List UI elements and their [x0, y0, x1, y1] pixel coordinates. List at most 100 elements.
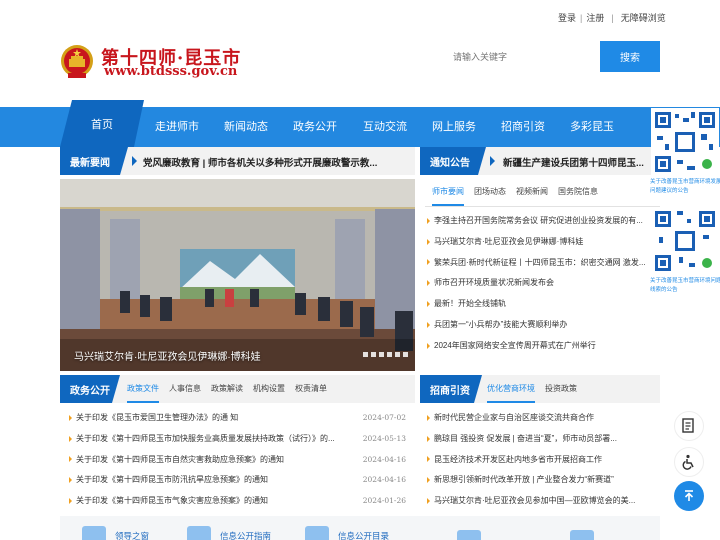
search-button[interactable]: 搜索: [600, 41, 660, 72]
info-guide-link[interactable]: 信息公开指南: [187, 526, 271, 540]
register-link[interactable]: 注册: [586, 13, 604, 23]
list-item[interactable]: 2024年国家网络安全宣传周开幕式在广州举行: [427, 336, 652, 357]
search-input[interactable]: [440, 41, 600, 72]
carousel-dot[interactable]: [379, 352, 384, 357]
list-item[interactable]: 鹏琼目 强投资 促发展 | 奋进当“夏”，师市动员部署...: [427, 429, 655, 450]
list-item[interactable]: 兵团第一“小兵帮办”技能大赛顺利举办: [427, 315, 652, 336]
latest-news-label: 最新要闻: [60, 147, 128, 175]
qr-code-business-clues[interactable]: [651, 207, 719, 275]
list-item[interactable]: 关于印发《第十四师昆玉市自然灾害救助应急预案》的通知 2024-04-16: [69, 450, 406, 471]
accessible-link[interactable]: 无障碍浏览: [621, 13, 666, 23]
gov-tabs: 政策文件 人事信息 政策解读 机构设置 权责清单: [127, 383, 327, 403]
tab-city-news[interactable]: 师市要闻: [432, 186, 464, 206]
nav-item-gov-affairs[interactable]: 政务公开: [293, 107, 337, 147]
notice-ticker[interactable]: 新疆生产建设兵团第十四师昆玉...: [503, 155, 657, 169]
news-photo-carousel[interactable]: 马兴瑞艾尔肯·吐尼亚孜会见伊琳娜·博科娃: [60, 179, 415, 371]
qr-caption-2[interactable]: 关于改善昆玉市营商环境问题建议线索的公告: [650, 277, 720, 295]
carousel-dot[interactable]: [371, 352, 376, 357]
list-item[interactable]: 关于印发《第十四师昆玉市加快服务业高质量发展扶持政策（试行）》的... 2024-…: [69, 429, 406, 450]
list-item[interactable]: 新思想引领新时代改革开放 | 产业整合发力“新赛道”: [427, 470, 655, 491]
bullet-icon: [427, 435, 430, 442]
nav-item-kunyu[interactable]: 多彩昆玉: [570, 107, 614, 147]
nav-item-news[interactable]: 新闻动态: [224, 107, 268, 147]
catalog-icon: [305, 526, 329, 540]
tab-institutions[interactable]: 机构设置: [253, 383, 285, 403]
bullet-icon: [427, 301, 430, 308]
tab-regiment-news[interactable]: 团场动态: [474, 186, 506, 206]
carousel-dots[interactable]: [363, 352, 408, 357]
bullet-icon: [69, 414, 72, 421]
list-item[interactable]: 繁荣兵团·新时代新征程丨十四师昆玉市：织密交通网 激发...: [427, 253, 652, 274]
nav-home[interactable]: 首页: [60, 100, 144, 147]
carousel-dot[interactable]: [387, 352, 392, 357]
list-item[interactable]: 最新！开始全线铺轨: [427, 294, 652, 315]
carousel-dot[interactable]: [403, 352, 408, 357]
wheelchair-icon: [682, 454, 694, 470]
back-to-top-icon: [684, 490, 694, 501]
site-url: www.btdsss.gov.cn: [104, 64, 238, 79]
tab-investment-policy[interactable]: 投资政策: [545, 383, 577, 403]
bullet-icon: [427, 456, 430, 463]
leader-icon: [82, 526, 106, 540]
login-link[interactable]: 登录: [558, 13, 576, 23]
guide-icon: [187, 526, 211, 540]
bullet-icon: [427, 342, 430, 349]
list-item[interactable]: 李强主持召开国务院常务会议 研究促进创业投资发展的有...: [427, 211, 652, 232]
tab-responsibility-list[interactable]: 权责清单: [295, 383, 327, 403]
bullet-icon: [69, 477, 72, 484]
bullet-icon: [427, 280, 430, 287]
notice-label: 通知公告: [420, 147, 486, 175]
tab-state-council[interactable]: 国务院信息: [558, 186, 598, 206]
carousel-dot[interactable]: [363, 352, 368, 357]
news-list: 李强主持召开国务院常务会议 研究促进创业投资发展的有... 马兴瑞艾尔肯·吐尼亚…: [427, 211, 652, 357]
bullet-icon: [427, 477, 430, 484]
tab-business-env[interactable]: 优化营商环境: [487, 383, 535, 403]
tri-arrow-icon: [490, 156, 495, 166]
list-item[interactable]: 昆玉经济技术开发区赴内地多省市开展招商工作: [427, 450, 655, 471]
top-links: 登录 | 注册 | 无障碍浏览: [558, 13, 666, 23]
leaders-window-link[interactable]: 领导之窗: [82, 526, 149, 540]
news-tabs: 师市要闻 团场动态 视频新闻 国务院信息: [432, 186, 598, 206]
tab-video-news[interactable]: 视频新闻: [516, 186, 548, 206]
list-item[interactable]: 师市召开环境质量状况新闻发布会: [427, 273, 652, 294]
service-icon[interactable]: [570, 530, 594, 540]
list-item[interactable]: 关于印发《第十四师昆玉市气象灾害应急预案》的通知 2024-01-26: [69, 491, 406, 512]
back-to-top-button[interactable]: [674, 481, 704, 511]
tab-policy-docs[interactable]: 政策文件: [127, 383, 159, 403]
divider: [425, 206, 660, 207]
investment-list: 新时代民营企业家与自治区座谈交流共商合作 鹏琼目 强投资 促发展 | 奋进当“夏…: [427, 408, 655, 512]
national-emblem-icon[interactable]: [60, 44, 94, 80]
latest-news-ticker[interactable]: 党风廉政教育 | 师市各机关以多种形式开展廉政警示教...: [143, 155, 411, 169]
list-item[interactable]: 新时代民营企业家与自治区座谈交流共商合作: [427, 408, 655, 429]
info-catalog-link[interactable]: 信息公开目录: [305, 526, 389, 540]
gov-affairs-label: 政务公开: [60, 375, 120, 403]
tab-policy-interpretation[interactable]: 政策解读: [211, 383, 243, 403]
qr-caption-1[interactable]: 关于改善昆玉市营商环境发展有关问题建议的公告: [650, 178, 720, 196]
document-float-button[interactable]: [674, 411, 704, 441]
nav-item-investment[interactable]: 招商引资: [501, 107, 545, 147]
bullet-icon: [427, 321, 430, 328]
bullet-icon: [427, 414, 430, 421]
bullet-icon: [69, 498, 72, 505]
bullet-icon: [69, 435, 72, 442]
investment-tabs: 优化营商环境 投资政策: [487, 383, 577, 403]
service-icon[interactable]: [457, 530, 481, 540]
nav-item-interaction[interactable]: 互动交流: [363, 107, 407, 147]
photo-caption[interactable]: 马兴瑞艾尔肯·吐尼亚孜会见伊琳娜·博科娃: [74, 348, 261, 363]
nav-item-about[interactable]: 走进师市: [155, 107, 199, 147]
meeting-photo: [60, 179, 415, 371]
accessibility-float-button[interactable]: [674, 447, 704, 477]
search-box: [440, 41, 600, 72]
bullet-icon: [427, 217, 430, 224]
list-item[interactable]: 马兴瑞艾尔肯·吐尼亚孜会见参加中国—亚欧博览会的美...: [427, 491, 655, 512]
bullet-icon: [427, 259, 430, 266]
tab-personnel[interactable]: 人事信息: [169, 383, 201, 403]
nav-item-services[interactable]: 网上服务: [432, 107, 476, 147]
list-item[interactable]: 关于印发《昆玉市爱国卫生管理办法》的通 知 2024-07-02: [69, 408, 406, 429]
bullet-icon: [427, 238, 430, 245]
bullet-icon: [69, 456, 72, 463]
carousel-dot[interactable]: [395, 352, 400, 357]
list-item[interactable]: 关于印发《第十四师昆玉市防汛抗旱应急预案》的通知 2024-04-16: [69, 470, 406, 491]
list-item[interactable]: 马兴瑞艾尔肯·吐尼亚孜会见伊琳娜·博科娃: [427, 232, 652, 253]
qr-code-business-env[interactable]: [651, 108, 719, 176]
